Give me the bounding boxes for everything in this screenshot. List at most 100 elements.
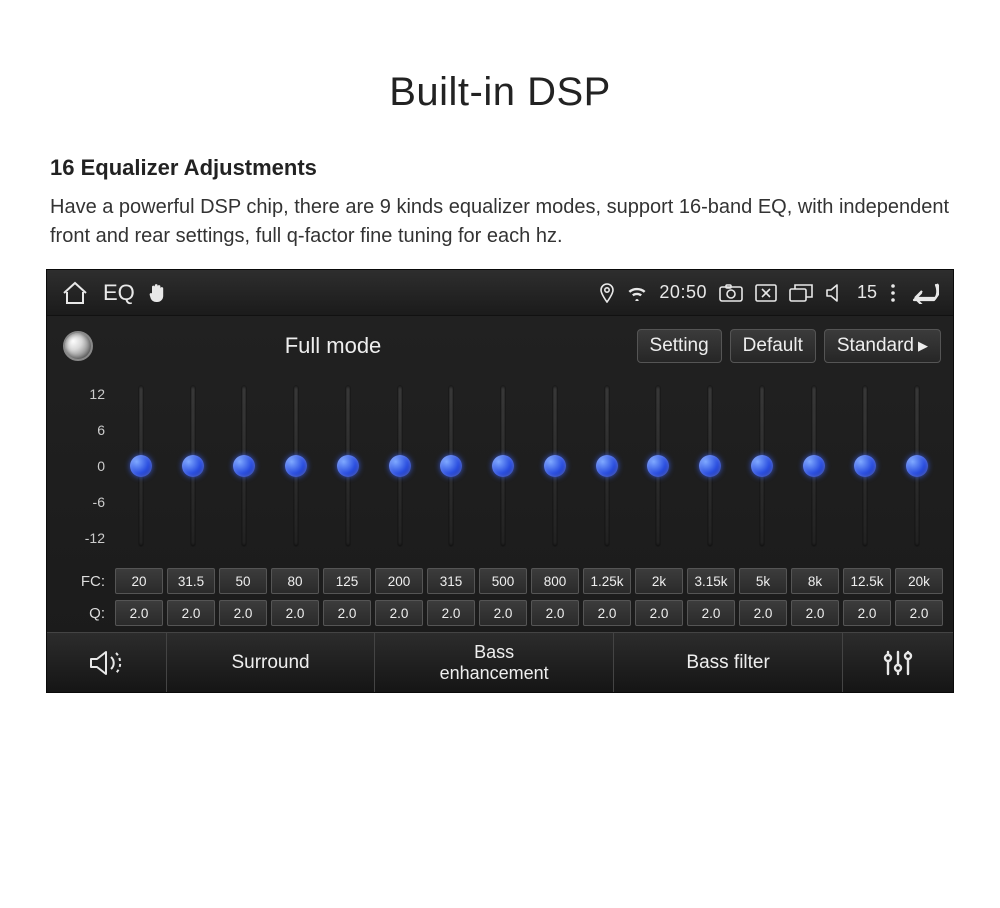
eq-slider[interactable] [115,376,167,556]
wifi-icon [627,285,647,301]
default-button[interactable]: Default [730,329,816,363]
surround-tab[interactable]: Surround [167,633,375,692]
bass-enh-label-2: enhancement [440,663,549,684]
fc-value[interactable]: 31.5 [167,568,215,594]
q-value[interactable]: 2.0 [219,600,267,626]
q-value[interactable]: 2.0 [687,600,735,626]
eq-slider[interactable] [788,376,840,556]
q-value[interactable]: 2.0 [635,600,683,626]
setting-button[interactable]: Setting [637,329,722,363]
close-box-icon[interactable] [755,284,777,302]
eq-settings-tab[interactable] [843,633,953,692]
fc-value[interactable]: 50 [219,568,267,594]
q-row: Q: 2.02.02.02.02.02.02.02.02.02.02.02.02… [49,600,943,626]
q-value[interactable]: 2.0 [271,600,319,626]
fc-value[interactable]: 2k [635,568,683,594]
slider-knob[interactable] [440,455,462,477]
slider-knob[interactable] [130,455,152,477]
volume-icon[interactable] [825,284,845,302]
slider-knob[interactable] [647,455,669,477]
windows-icon[interactable] [789,284,813,302]
speaker-tab[interactable] [47,633,167,692]
eq-slider[interactable] [167,376,219,556]
slider-knob[interactable] [906,455,928,477]
hand-icon[interactable] [149,283,165,303]
fc-value[interactable]: 500 [479,568,527,594]
q-value[interactable]: 2.0 [843,600,891,626]
q-value[interactable]: 2.0 [791,600,839,626]
fc-value[interactable]: 125 [323,568,371,594]
eq-slider[interactable] [840,376,892,556]
eq-slider[interactable] [891,376,943,556]
preset-button-label: Standard [837,335,914,357]
eq-slider[interactable] [374,376,426,556]
device-frame: EQ 20:50 [46,269,954,693]
slider-knob[interactable] [182,455,204,477]
fc-value[interactable]: 1.25k [583,568,631,594]
slider-knob[interactable] [337,455,359,477]
slider-knob[interactable] [492,455,514,477]
q-value[interactable]: 2.0 [583,600,631,626]
fc-value[interactable]: 20k [895,568,943,594]
eq-slider[interactable] [426,376,478,556]
more-icon[interactable] [889,283,897,303]
eq-slider[interactable] [219,376,271,556]
slider-knob[interactable] [699,455,721,477]
q-value[interactable]: 2.0 [323,600,371,626]
bass-enh-label-1: Bass [474,642,514,663]
eq-sliders [115,376,943,556]
scale-tick: -12 [85,530,105,546]
eq-slider[interactable] [581,376,633,556]
fc-value[interactable]: 80 [271,568,319,594]
q-value[interactable]: 2.0 [167,600,215,626]
bass-filter-tab[interactable]: Bass filter [614,633,843,692]
back-icon[interactable] [909,282,939,304]
setting-button-label: Setting [650,335,709,357]
eq-slider[interactable] [477,376,529,556]
fc-value[interactable]: 8k [791,568,839,594]
q-row-label: Q: [49,605,115,622]
slider-knob[interactable] [596,455,618,477]
preset-button[interactable]: Standard▶ [824,329,941,363]
q-value[interactable]: 2.0 [375,600,423,626]
slider-knob[interactable] [854,455,876,477]
record-indicator[interactable] [63,331,93,361]
eq-slider[interactable] [736,376,788,556]
eq-slider[interactable] [633,376,685,556]
scale-tick: -6 [93,494,105,510]
q-value[interactable]: 2.0 [427,600,475,626]
eq-slider[interactable] [684,376,736,556]
db-scale: 12 6 0 -6 -12 [49,376,115,556]
q-value[interactable]: 2.0 [895,600,943,626]
slider-knob[interactable] [389,455,411,477]
camera-icon[interactable] [719,284,743,302]
page-title: Built-in DSP [0,70,1000,115]
mode-label: Full mode [203,333,463,359]
default-button-label: Default [743,335,803,357]
eq-slider[interactable] [529,376,581,556]
fc-value[interactable]: 5k [739,568,787,594]
slider-knob[interactable] [751,455,773,477]
fc-value[interactable]: 3.15k [687,568,735,594]
fc-value[interactable]: 800 [531,568,579,594]
q-value[interactable]: 2.0 [739,600,787,626]
q-value[interactable]: 2.0 [531,600,579,626]
surround-tab-label: Surround [231,652,309,674]
fc-value[interactable]: 12.5k [843,568,891,594]
q-value[interactable]: 2.0 [479,600,527,626]
home-icon[interactable] [61,281,89,305]
eq-slider[interactable] [322,376,374,556]
slider-knob[interactable] [803,455,825,477]
app-title: EQ [103,280,135,306]
slider-knob[interactable] [285,455,307,477]
bass-enhancement-tab[interactable]: Bass enhancement [375,633,614,692]
fc-row: FC: 2031.550801252003155008001.25k2k3.15… [49,568,943,594]
fc-value[interactable]: 315 [427,568,475,594]
fc-value[interactable]: 20 [115,568,163,594]
slider-knob[interactable] [233,455,255,477]
q-value[interactable]: 2.0 [115,600,163,626]
fc-value[interactable]: 200 [375,568,423,594]
slider-knob[interactable] [544,455,566,477]
section-subtitle: 16 Equalizer Adjustments [50,155,950,181]
eq-slider[interactable] [270,376,322,556]
